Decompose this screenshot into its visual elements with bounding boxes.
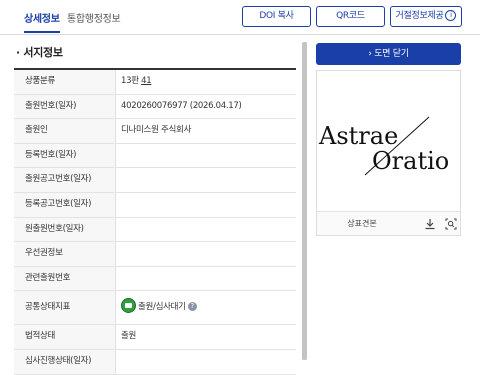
row-label: 출원인 xyxy=(14,119,116,143)
classification-link[interactable]: 41 xyxy=(141,76,152,86)
logo-line2: Oratio xyxy=(372,147,449,175)
reject-info-button[interactable]: 거절정보제공 i xyxy=(390,6,462,27)
reject-info-label: 거절정보제공 xyxy=(395,11,444,21)
table-row: 우선권정보 xyxy=(14,242,296,267)
close-drawing-button[interactable]: › 도면 닫기 xyxy=(316,43,461,65)
row-value: 출원/심사대기? xyxy=(121,291,197,324)
row-label: 법적상태 xyxy=(14,325,116,349)
bibliographic-table: 상품분류 13판 41 출원번호(일자) 4020260076977 (2026… xyxy=(14,70,296,375)
trademark-logo: Astrae Oratio xyxy=(318,116,449,176)
table-row: 상품분류 13판 41 xyxy=(14,70,296,95)
row-label: 원출원번호(일자) xyxy=(14,217,116,242)
row-label: 출원번호(일자) xyxy=(14,94,116,119)
table-row: 출원공고번호(일자) xyxy=(14,168,296,193)
logo-line1: Astrae xyxy=(318,122,398,150)
close-drawing-label: 도면 닫기 xyxy=(374,49,409,59)
table-row: 원출원번호(일자) xyxy=(14,217,296,243)
specimen-label: 상표견본 xyxy=(347,219,377,228)
row-label: 관련출원번호 xyxy=(14,266,116,291)
table-row: 출원인 디나미스원 주식회사 xyxy=(14,119,296,144)
table-row: 관련출원번호 xyxy=(14,266,296,292)
trademark-image-panel: Astrae Oratio 상표견본 xyxy=(316,70,461,236)
table-row: 등록번호(일자) xyxy=(14,143,296,169)
section-title: · 서지정보 xyxy=(16,46,63,59)
row-value: 4020260076977 (2026.04.17) xyxy=(121,100,242,111)
tab-integrated-admin-info[interactable]: 통합행정정보 xyxy=(67,10,121,25)
row-value: 13판 41 xyxy=(121,70,152,94)
tab-detail-info[interactable]: 상세정보 xyxy=(24,10,60,33)
status-text: 출원/심사대기 xyxy=(138,302,186,313)
row-label: 등록번호(일자) xyxy=(14,143,116,168)
folder-status-icon xyxy=(121,298,136,314)
row-value: 디나미스원 주식회사 xyxy=(121,125,192,136)
qr-code-button[interactable]: QR코드 xyxy=(316,6,385,27)
row-label: 출원공고번호(일자) xyxy=(14,168,116,192)
question-icon[interactable]: ? xyxy=(187,302,197,312)
table-row: 공통상태지표 출원/심사대기? xyxy=(14,291,296,326)
info-icon: i xyxy=(445,10,457,21)
scrollbar-thumb[interactable] xyxy=(302,42,307,360)
table-row: 등록공고번호(일자) xyxy=(14,192,296,218)
download-icon[interactable] xyxy=(420,212,440,235)
row-value: 출원 xyxy=(121,331,137,342)
chevron-right-icon: › xyxy=(368,49,372,59)
zoom-icon[interactable] xyxy=(441,212,461,235)
row-label: 공통상태지표 xyxy=(14,291,116,325)
tab-bar: 상세정보 통합행정정보 DOI 복사 QR코드 거절정보제공 i xyxy=(0,0,480,35)
row-label: 등록공고번호(일자) xyxy=(14,192,116,217)
doi-copy-button[interactable]: DOI 복사 xyxy=(242,6,311,27)
row-label: 우선권정보 xyxy=(14,242,116,266)
row-label: 상품분류 xyxy=(14,70,116,94)
row-label: 심사진행상태(일자) xyxy=(14,349,116,374)
classification-edition: 13판 xyxy=(121,76,139,86)
panel-footer: 상표견본 xyxy=(317,211,460,235)
table-row: 법적상태 출원 xyxy=(14,325,296,350)
table-row: 출원번호(일자) 4020260076977 (2026.04.17) xyxy=(14,94,296,120)
table-row: 심사진행상태(일자) xyxy=(14,349,296,375)
